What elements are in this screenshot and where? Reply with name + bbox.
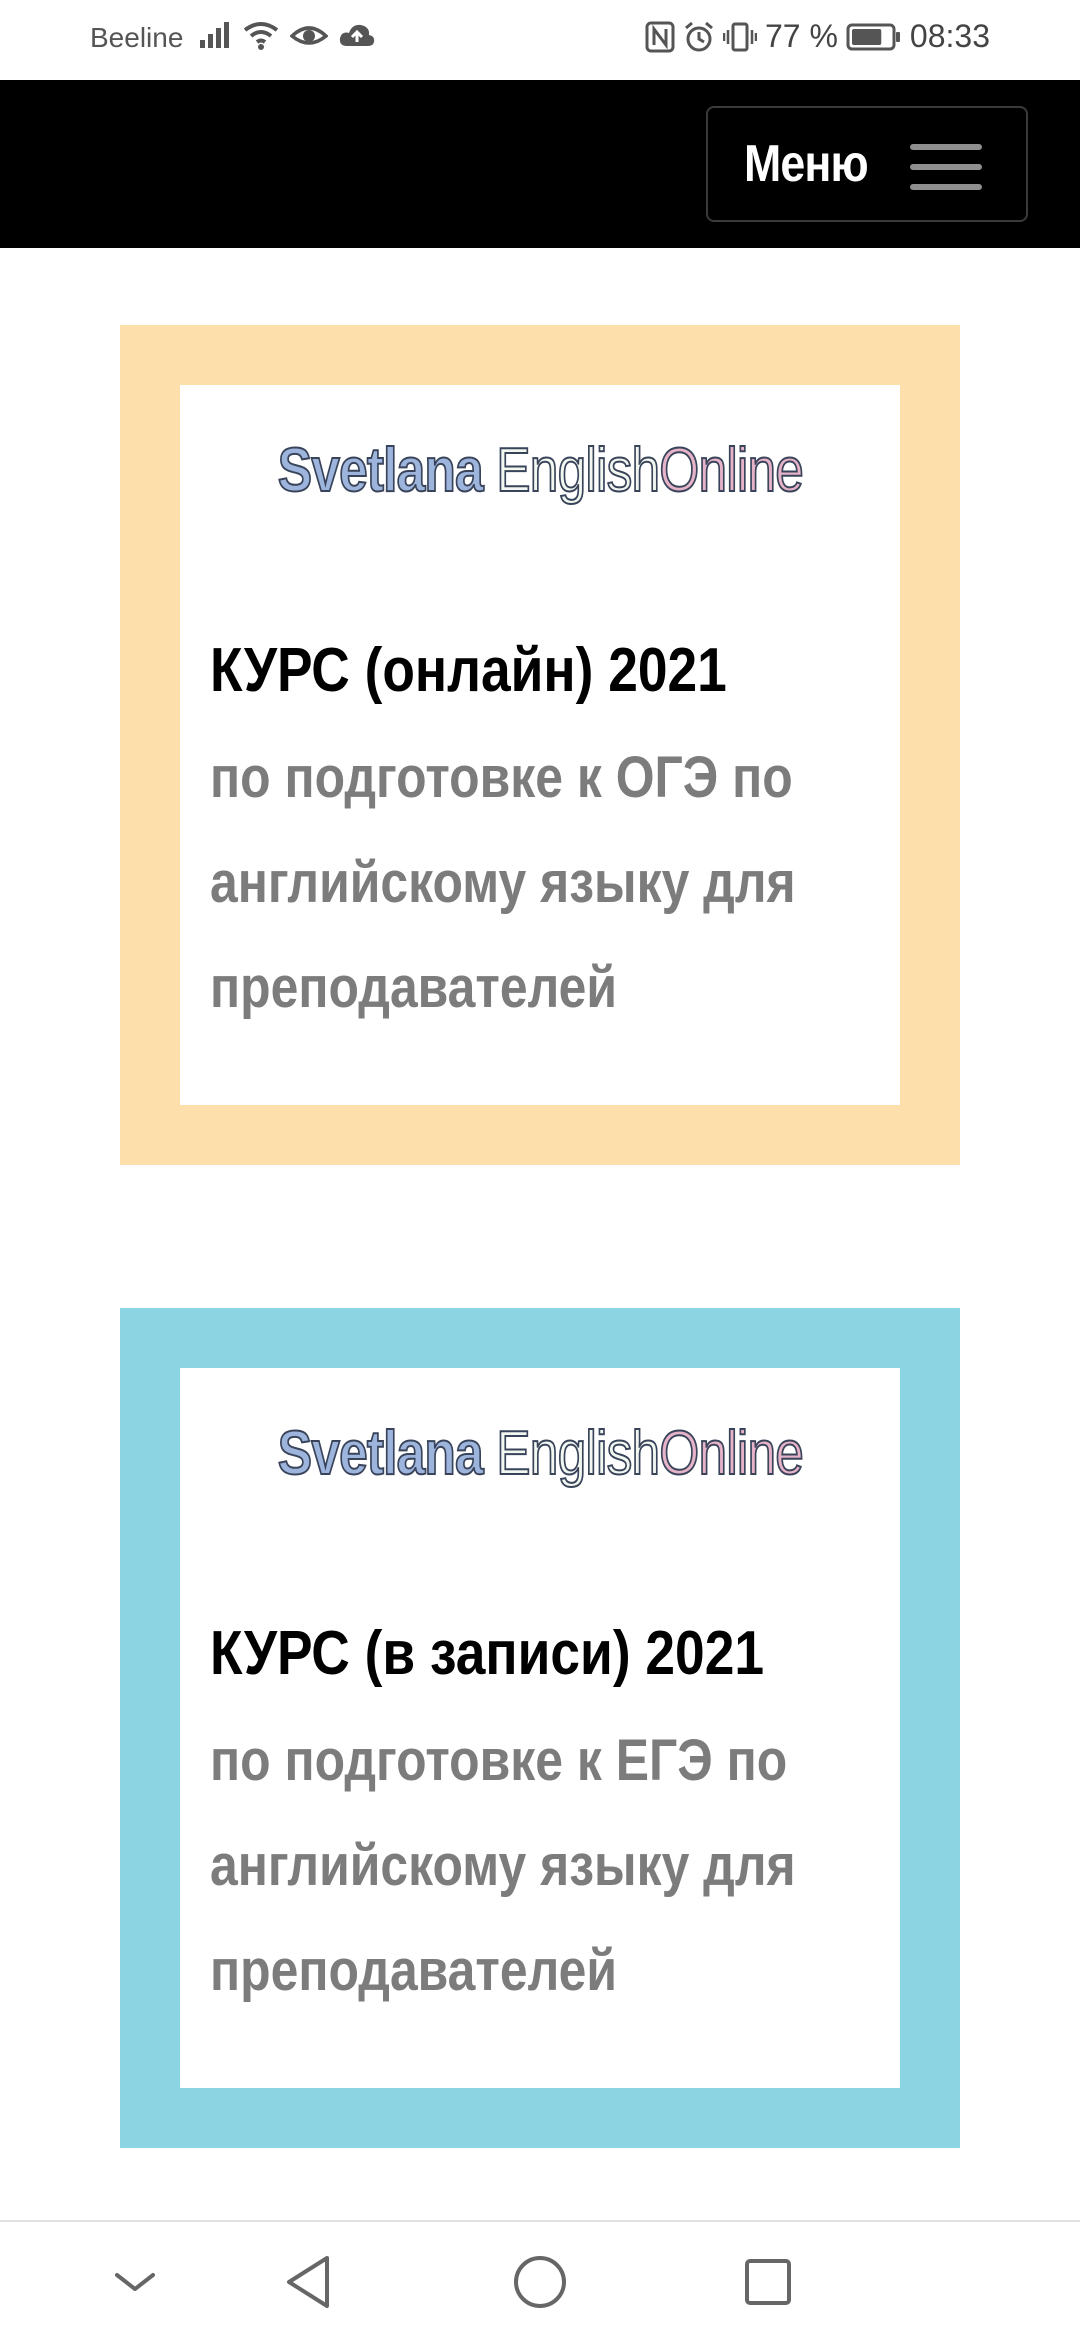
- carrier-name: Beeline: [90, 22, 184, 53]
- logo-word: English: [495, 1418, 660, 1489]
- eye-icon: [290, 26, 328, 45]
- logo-word: English: [495, 435, 660, 506]
- recents-button[interactable]: [718, 2222, 818, 2342]
- course-description: по подготовке к ОГЭ по английскому языку…: [210, 745, 796, 1020]
- site-header: Меню: [0, 80, 1080, 248]
- svetlana-english-online-logo: Svetlana EnglishOnline: [180, 435, 900, 506]
- card-content: Svetlana EnglishOnline КУРС (в записи) 2…: [180, 1368, 900, 2088]
- logo-word: Svetlana: [277, 435, 485, 506]
- recents-icon: [745, 2259, 791, 2305]
- collapse-icon: [115, 2273, 155, 2291]
- alarm-icon: [685, 21, 713, 51]
- clock: 08:33: [909, 18, 990, 54]
- status-bar: Beeline 77 % 08:33: [0, 0, 1080, 80]
- nfc-icon: [645, 21, 675, 52]
- vibrate-icon: [722, 22, 757, 51]
- status-icons-left: [198, 20, 376, 50]
- back-button[interactable]: [258, 2222, 358, 2342]
- course-card-ege[interactable]: Svetlana EnglishOnline КУРС (в записи) 2…: [120, 1308, 960, 2148]
- wifi-icon: [243, 22, 279, 50]
- cloud-icon: [339, 24, 375, 46]
- svetlana-english-online-logo: Svetlana EnglishOnline: [180, 1418, 900, 1489]
- system-navigation-bar: [0, 2220, 1080, 2342]
- collapse-button[interactable]: [85, 2222, 185, 2342]
- logo-word: Online: [658, 435, 804, 506]
- logo-word: Svetlana: [277, 1418, 485, 1489]
- back-icon: [287, 2256, 329, 2308]
- battery-percent: 77 %: [764, 18, 838, 54]
- signal-icon: [200, 22, 229, 48]
- course-title: КУРС (онлайн) 2021: [210, 636, 727, 705]
- status-icons-right: 77 % 08:33: [645, 18, 990, 55]
- course-title: КУРС (в записи) 2021: [210, 1619, 765, 1688]
- home-icon: [514, 2256, 566, 2308]
- battery-icon: [846, 23, 900, 50]
- card-content: Svetlana EnglishOnline КУРС (онлайн) 202…: [180, 385, 900, 1105]
- hamburger-icon: [910, 144, 982, 190]
- course-description: по подготовке к ЕГЭ по английскому языку…: [210, 1728, 796, 2003]
- menu-button[interactable]: Меню: [706, 106, 1028, 222]
- course-card-oge[interactable]: Svetlana EnglishOnline КУРС (онлайн) 202…: [120, 325, 960, 1165]
- logo-word: Online: [658, 1418, 804, 1489]
- menu-label: Меню: [744, 135, 869, 193]
- home-button[interactable]: [490, 2222, 590, 2342]
